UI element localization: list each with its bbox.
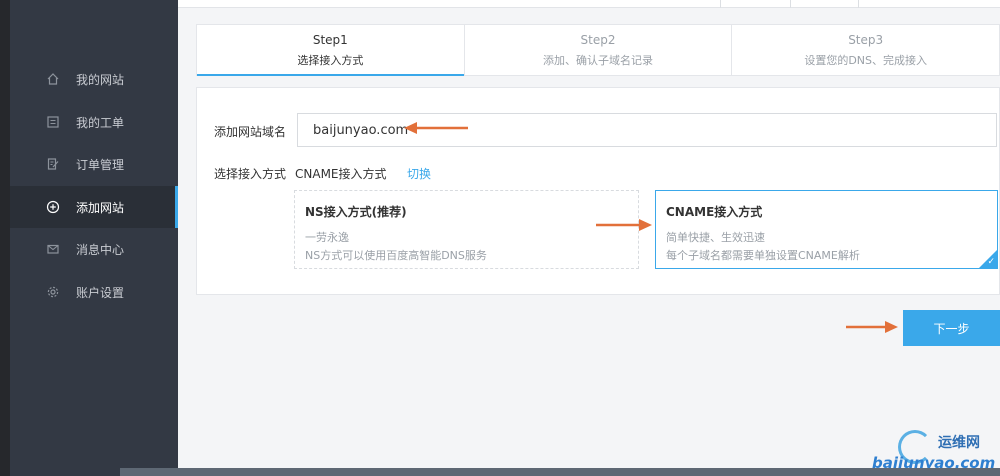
mail-icon [46,242,60,256]
domain-label: 添加网站域名 [214,125,287,139]
bottom-edge-strip [120,468,1000,476]
step-title: Step3 [848,33,884,47]
next-step-button[interactable]: 下一步 [903,310,1000,346]
option-title: NS接入方式(推荐) [305,205,407,219]
ticket-icon [46,115,60,129]
left-edge-strip [0,0,10,476]
sidebar-item-label: 我的网站 [76,72,125,87]
sidebar-item-label: 添加网站 [76,200,125,215]
option-title: CNAME接入方式 [666,205,763,219]
option-desc-line: 一劳永逸 [305,231,349,244]
sidebar-item-messages[interactable]: 消息中心 [10,228,178,270]
step-title: Step2 [580,33,616,47]
sidebar-item-label: 账户设置 [76,285,125,300]
option-desc-line: 简单快捷、生效迅速 [666,231,765,244]
sidebar-item-add-site[interactable]: 添加网站 [10,186,178,228]
order-icon [46,157,60,171]
sidebar-item-my-tickets[interactable]: 我的工单 [10,101,178,143]
method-label: 选择接入方式 [214,167,287,181]
step-subtitle: 选择接入方式 [297,54,364,67]
watermark-cn: 运维网 [938,435,980,451]
sidebar-item-my-sites[interactable]: 我的网站 [10,58,178,100]
step-progress: Step1 选择接入方式 Step2 添加、确认子域名记录 Step3 设置您的… [196,24,1000,76]
option-desc-line: 每个子域名都需要单独设置CNAME解析 [666,249,860,262]
gear-icon [46,285,60,299]
add-site-form-panel: 添加网站域名 选择接入方式 CNAME接入方式 切换 NS接入方式(推荐) 一劳… [196,87,1000,295]
top-bar-divider [790,0,791,8]
sidebar-item-orders[interactable]: 订单管理 [10,143,178,185]
top-bar-divider [858,0,859,8]
option-desc-line: NS方式可以使用百度高智能DNS服务 [305,249,487,262]
cname-method-option[interactable]: CNAME接入方式 简单快捷、生效迅速 每个子域名都需要单独设置CNAME解析 … [655,190,998,269]
top-bar [178,0,1000,8]
plus-circle-icon [46,200,60,214]
selected-method-value: CNAME接入方式 [295,167,387,181]
home-icon [46,72,60,86]
sidebar-item-account-settings[interactable]: 账户设置 [10,271,178,313]
annotation-arrow-icon [846,321,898,333]
sidebar-item-label: 我的工单 [76,115,125,130]
ns-method-option[interactable]: NS接入方式(推荐) 一劳永逸 NS方式可以使用百度高智能DNS服务 [294,190,639,269]
step-subtitle: 设置您的DNS、完成接入 [804,54,928,67]
sidebar-item-label: 订单管理 [76,157,125,172]
checkmark-icon: ✓ [987,257,995,267]
annotation-arrow-icon [596,219,652,231]
sidebar: 我的网站 我的工单 订单管理 添加网站 消息中心 账户设置 [10,0,178,476]
top-bar-divider [720,0,721,8]
switch-method-link[interactable]: 切换 [407,165,431,182]
annotation-arrow-icon [404,122,468,134]
step-subtitle: 添加、确认子域名记录 [543,54,653,67]
step-title: Step1 [312,33,348,47]
sidebar-item-label: 消息中心 [76,242,125,257]
step-3-tab[interactable]: Step3 设置您的DNS、完成接入 [732,25,999,75]
step-1-tab[interactable]: Step1 选择接入方式 [197,25,465,76]
step-2-tab[interactable]: Step2 添加、确认子域名记录 [465,25,733,75]
